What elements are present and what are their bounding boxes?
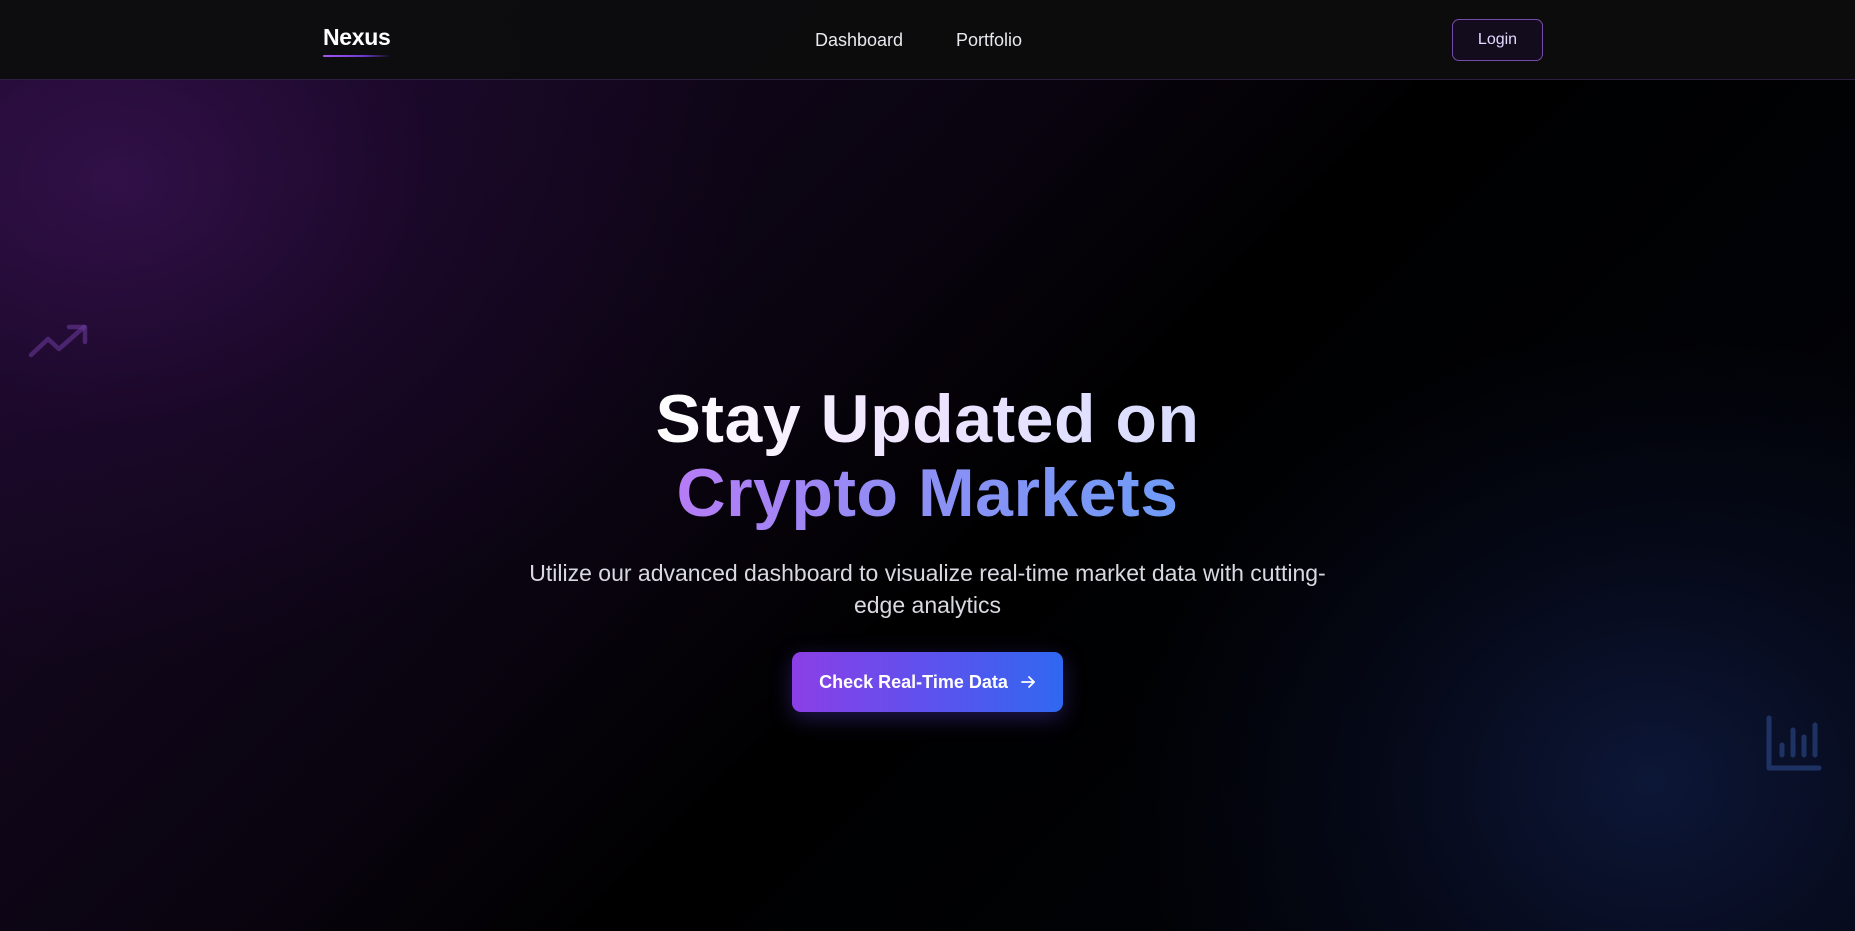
bar-chart-icon [1766, 715, 1822, 771]
nav-link-portfolio[interactable]: Portfolio [956, 30, 1022, 51]
hero-title-line2: Crypto Markets [676, 455, 1179, 531]
brand-underline [323, 55, 389, 57]
login-button[interactable]: Login [1452, 19, 1543, 61]
hero-title-line1: Stay Updated on [655, 381, 1200, 457]
brand-logo[interactable]: Nexus [323, 24, 391, 51]
hero-title: Stay Updated on Crypto Markets [0, 382, 1855, 530]
landing-page: Nexus Dashboard Portfolio Login Stay Upd… [0, 0, 1855, 931]
cta-label: Check Real-Time Data [819, 671, 1008, 692]
hero-subtitle: Utilize our advanced dashboard to visual… [529, 560, 1326, 618]
nav-link-dashboard[interactable]: Dashboard [815, 30, 903, 51]
top-navbar: Nexus Dashboard Portfolio Login [0, 0, 1855, 80]
arrow-right-icon [1020, 676, 1035, 688]
trending-up-icon [28, 324, 88, 358]
check-real-time-data-button[interactable]: Check Real-Time Data [792, 652, 1063, 712]
